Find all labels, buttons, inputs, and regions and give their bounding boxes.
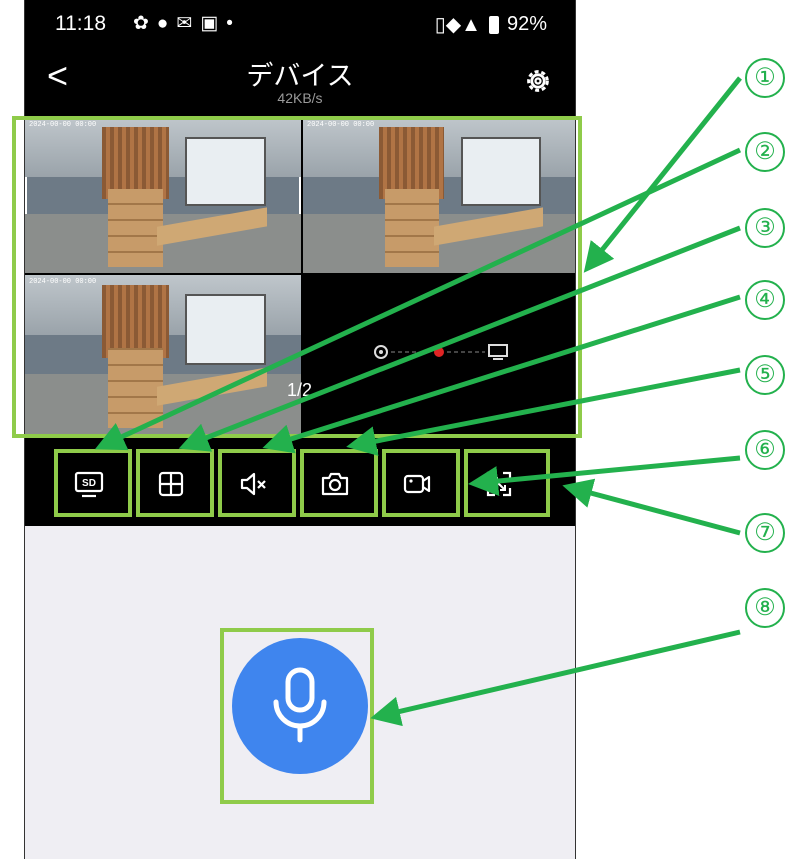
settings-gear-icon[interactable] xyxy=(523,66,553,96)
fullscreen-icon xyxy=(486,471,512,497)
sd-playback-icon: SD xyxy=(74,471,104,498)
grid-layout-button[interactable] xyxy=(139,454,203,514)
status-notification-icons: ✿●✉▣• xyxy=(133,13,241,34)
grid-icon xyxy=(158,471,184,497)
page-title: デバイス xyxy=(246,61,354,91)
microphone-icon xyxy=(273,667,327,743)
phone-screen: 11:18 ✿●✉▣• ▯◆▲ 92% < デバイス 42KB/s 2024-0… xyxy=(24,0,576,859)
battery-percent: 92% xyxy=(506,13,547,35)
fullscreen-button[interactable] xyxy=(467,454,531,514)
callout-4: ④ xyxy=(745,280,785,320)
mute-button[interactable] xyxy=(221,454,285,514)
video-grid[interactable]: 2024-00-00 00:00 2024-00-00 00:00 2024-0… xyxy=(25,118,575,434)
bitrate-label: 42KB/s xyxy=(277,90,323,106)
record-button[interactable] xyxy=(385,454,449,514)
callout-3: ③ xyxy=(745,208,785,248)
battery-icon xyxy=(488,15,499,34)
signal-icon: ▯◆▲ xyxy=(434,14,481,36)
callout-5: ⑤ xyxy=(745,355,785,395)
camera-tile-2[interactable]: 2024-00-00 00:00 xyxy=(303,118,575,273)
status-right: ▯◆▲ 92% xyxy=(435,12,547,37)
snapshot-button[interactable] xyxy=(303,454,367,514)
speaker-mute-icon xyxy=(240,472,266,496)
page-indicator: 1/2 xyxy=(287,380,313,400)
camera-tile-4-offline[interactable] xyxy=(303,274,575,430)
status-time: 11:18 xyxy=(55,12,106,35)
microphone-button[interactable] xyxy=(232,638,368,774)
callout-8: ⑧ xyxy=(745,588,785,628)
callout-6: ⑥ xyxy=(745,430,785,470)
camera-icon xyxy=(321,472,349,496)
video-record-icon xyxy=(403,474,431,494)
status-bar: 11:18 ✿●✉▣• ▯◆▲ 92% xyxy=(25,0,575,52)
control-toolbar: SD xyxy=(25,444,575,526)
camera-tile-3[interactable]: 2024-00-00 00:00 xyxy=(25,275,301,434)
svg-text:SD: SD xyxy=(82,478,96,489)
connection-status-icon xyxy=(374,344,508,360)
callout-7: ⑦ xyxy=(745,513,785,553)
camera-tile-1[interactable]: 2024-00-00 00:00 xyxy=(25,118,301,273)
callout-2: ② xyxy=(745,132,785,172)
sd-card-button[interactable]: SD xyxy=(57,454,121,514)
header: < デバイス 42KB/s xyxy=(25,52,575,114)
talk-panel xyxy=(25,526,575,859)
callout-1: ① xyxy=(745,58,785,98)
